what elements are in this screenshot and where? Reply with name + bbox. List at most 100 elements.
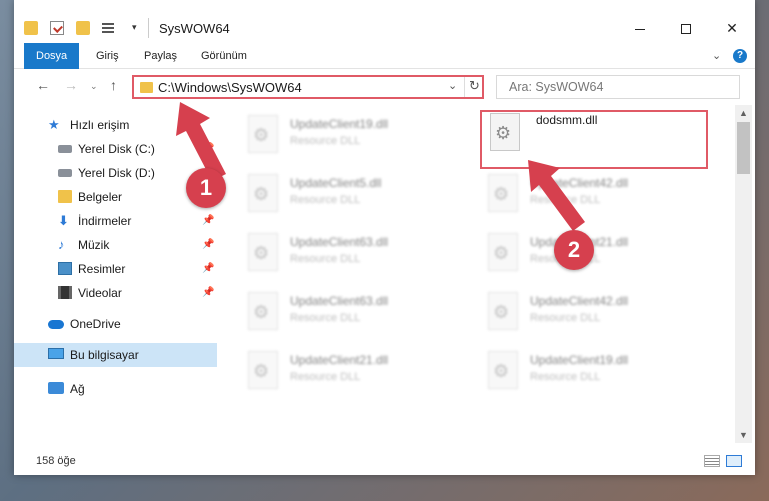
file-type: Resource DLL (290, 135, 361, 147)
navigation-pane: ★ Hızlı erişim Yerel Disk (C:) 📌 Yerel D… (14, 105, 217, 443)
sidebar-item-label: Resimler (78, 262, 126, 276)
pin-icon: 📌 (202, 263, 215, 274)
sidebar-item-onedrive[interactable]: OneDrive (14, 312, 217, 336)
pin-icon: 📌 (202, 215, 215, 226)
explorer-window: ▾ SysWOW64 ✕ Dosya Giriş Paylaş Görünüm … (14, 0, 755, 475)
star-icon: ★ (48, 117, 60, 132)
dll-file-icon (248, 174, 278, 212)
file-name: dodsmm.dll (536, 113, 598, 127)
pin-icon: 📌 (202, 287, 215, 298)
file-type: Resource DLL (290, 194, 361, 206)
folder-icon[interactable] (24, 21, 38, 35)
sidebar-item-local-disk-c[interactable]: Yerel Disk (C:) 📌 (14, 137, 217, 161)
file-item[interactable]: UpdateClient5.dll Resource DLL (222, 166, 458, 214)
address-input[interactable]: C:\Windows\SysWOW64 (158, 80, 302, 95)
drive-icon (58, 145, 72, 153)
folder-icon (140, 82, 153, 93)
file-type: Resource DLL (290, 312, 361, 324)
file-item[interactable]: UpdateClient21.dll Resource DLL (222, 343, 458, 391)
forward-button[interactable]: → (64, 77, 78, 93)
sidebar-item-label: Hızlı erişim (70, 118, 130, 132)
file-name: UpdateClient5.dll (290, 176, 382, 190)
large-icons-view-icon[interactable] (726, 455, 742, 467)
sidebar-item-label: OneDrive (70, 317, 121, 331)
address-dropdown-icon[interactable]: ⌄ (448, 79, 457, 92)
pictures-icon (58, 262, 72, 275)
scrollbar-thumb[interactable] (737, 122, 750, 174)
view-icon[interactable] (102, 21, 120, 35)
file-item[interactable]: UpdateClient19.dll Resource DLL (462, 343, 698, 391)
vertical-scrollbar[interactable]: ▲ ▼ (735, 105, 752, 443)
file-type: Resource DLL (530, 371, 601, 383)
details-view-icon[interactable] (704, 455, 720, 467)
ribbon-tabs: Dosya Giriş Paylaş Görünüm ⌄ ? (14, 43, 755, 69)
sidebar-item-label: Yerel Disk (D:) (78, 166, 155, 180)
title-bar: ▾ SysWOW64 ✕ (14, 0, 755, 43)
scroll-up-icon[interactable]: ▲ (739, 108, 748, 118)
network-icon (48, 382, 64, 394)
status-bar: 158 öğe (14, 443, 755, 475)
scroll-down-icon[interactable]: ▼ (739, 430, 748, 440)
window-title: SysWOW64 (159, 21, 230, 36)
sidebar-item-network[interactable]: Ağ (14, 377, 217, 401)
file-item[interactable]: UpdateClient63.dll Resource DLL (222, 284, 458, 332)
file-type: Resource DLL (290, 371, 361, 383)
file-name: UpdateClient19.dll (290, 117, 389, 131)
quick-access-dropdown-icon[interactable]: ▾ (132, 22, 137, 33)
file-item[interactable]: UpdateClient63.dll Resource DLL (222, 225, 458, 273)
properties-icon[interactable] (50, 21, 64, 35)
address-separator (464, 77, 465, 97)
pin-icon: 📌 (202, 143, 215, 154)
sidebar-item-label: Yerel Disk (C:) (78, 142, 155, 156)
file-item[interactable]: UpdateClient42.dll Resource DLL (462, 284, 698, 332)
computer-icon (48, 348, 64, 359)
refresh-icon[interactable]: ↻ (469, 78, 480, 94)
new-folder-icon[interactable] (76, 21, 90, 35)
maximize-button[interactable] (663, 14, 709, 42)
sidebar-item-music[interactable]: ♪ Müzik 📌 (14, 233, 217, 257)
sidebar-item-label: Müzik (78, 238, 110, 252)
dll-file-icon (490, 113, 520, 151)
close-button[interactable]: ✕ (709, 14, 755, 42)
sidebar-item-downloads[interactable]: ⬇ İndirmeler 📌 (14, 209, 217, 233)
file-item[interactable]: UpdateClient19.dll Resource DLL (222, 107, 458, 155)
file-item[interactable]: UpdateClient42.dll Resource DLL (462, 166, 698, 214)
sidebar-item-quick-access[interactable]: ★ Hızlı erişim (14, 113, 217, 137)
file-name: UpdateClient21.dll (290, 353, 389, 367)
file-name: UpdateClient63.dll (290, 294, 389, 308)
tab-gorunum[interactable]: Görünüm (189, 43, 259, 69)
dll-file-icon (248, 233, 278, 271)
file-type: Resource DLL (530, 312, 601, 324)
up-button[interactable]: ↑ (110, 77, 117, 93)
sidebar-item-label: Videolar (78, 286, 122, 300)
dll-file-icon (248, 292, 278, 330)
navigation-bar: ← → ⌄ ↑ C:\Windows\SysWOW64 ⌄ ↻ Ara: Sys… (14, 69, 755, 105)
address-bar[interactable]: C:\Windows\SysWOW64 ⌄ ↻ (132, 75, 484, 99)
file-name: UpdateClient42.dll (530, 294, 629, 308)
search-box[interactable]: Ara: SysWOW64 (496, 75, 740, 99)
item-count: 158 öğe (36, 455, 76, 467)
drive-icon (58, 169, 72, 177)
sidebar-item-label: İndirmeler (78, 214, 132, 228)
dll-file-icon (248, 115, 278, 153)
dll-file-icon (488, 292, 518, 330)
file-item-dodsmm[interactable]: dodsmm.dll (462, 107, 698, 155)
tab-giris[interactable]: Giriş (84, 43, 131, 69)
step-1-badge: 1 (186, 168, 226, 208)
sidebar-item-label: Bu bilgisayar (70, 348, 139, 362)
dll-file-icon (248, 351, 278, 389)
recent-locations-button[interactable]: ⌄ (90, 81, 98, 92)
sidebar-item-this-pc[interactable]: Bu bilgisayar (14, 343, 217, 367)
minimize-button[interactable] (617, 14, 663, 42)
sidebar-item-pictures[interactable]: Resimler 📌 (14, 257, 217, 281)
tab-paylas[interactable]: Paylaş (132, 43, 189, 69)
search-input[interactable]: Ara: SysWOW64 (509, 80, 603, 94)
chevron-down-icon[interactable]: ⌄ (712, 49, 721, 62)
help-icon[interactable]: ? (733, 49, 747, 63)
tab-dosya[interactable]: Dosya (24, 43, 80, 69)
step-2-badge: 2 (554, 230, 594, 270)
back-button[interactable]: ← (36, 77, 50, 93)
dll-file-icon (488, 233, 518, 271)
sidebar-item-videos[interactable]: Videolar 📌 (14, 281, 217, 305)
download-icon: ⬇ (58, 213, 69, 228)
